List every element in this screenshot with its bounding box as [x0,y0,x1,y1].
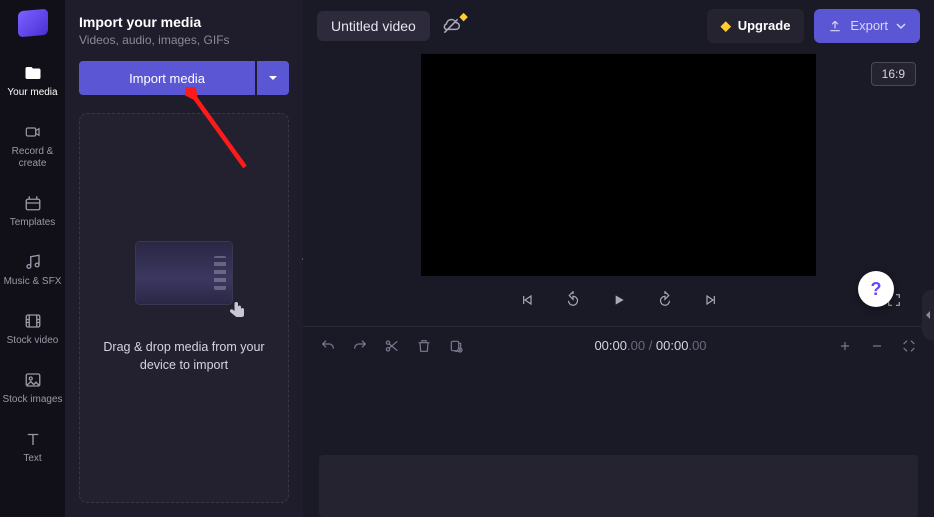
templates-icon [24,194,42,212]
play-button[interactable] [609,290,629,310]
diamond-icon: ◆ [721,18,731,34]
skip-end-button[interactable] [701,290,721,310]
import-row: Import media [79,61,289,95]
right-panel-collapse-handle[interactable] [922,290,934,340]
export-button[interactable]: Export [814,9,920,43]
nav-your-media[interactable]: Your media [0,54,65,109]
upgrade-label: Upgrade [738,18,791,33]
delete-button[interactable] [415,337,433,355]
nav-text[interactable]: Text [0,420,65,475]
redo-button[interactable] [351,337,369,355]
import-media-dropdown[interactable] [257,61,289,95]
nav-label: Your media [5,87,59,99]
nav-label: Stock video [5,335,61,347]
zoom-in-button[interactable] [836,337,854,355]
player-controls [303,290,934,310]
text-icon [24,430,42,448]
nav-label: Stock images [0,394,64,406]
chevron-left-icon [924,310,932,320]
dropzone-text: Drag & drop media from your device to im… [92,338,276,374]
pointer-hand-icon [226,300,250,324]
nav-label: Record & create [0,146,65,170]
rewind-button[interactable] [563,290,583,310]
zoom-out-button[interactable] [868,337,886,355]
preview-zone: 16:9 [303,52,934,310]
project-title[interactable]: Untitled video [317,11,430,41]
aspect-ratio-button[interactable]: 16:9 [871,62,916,86]
film-icon [24,312,42,330]
media-placeholder-icon [136,242,232,304]
nav-rail: Your media Record & create Templates Mus… [0,0,65,517]
panel-title: Import your media [79,14,289,30]
nav-record-create[interactable]: Record & create [0,113,65,180]
camera-icon [24,123,42,141]
upload-icon [828,19,842,33]
timeline-track[interactable] [319,455,918,517]
panel-subtitle: Videos, audio, images, GIFs [79,33,289,47]
nav-stock-images[interactable]: Stock images [0,361,65,416]
cloud-sync-button[interactable]: ◆ [440,16,462,36]
split-button[interactable] [383,337,401,355]
music-icon [24,253,42,271]
video-preview[interactable] [421,54,816,276]
app-logo [18,9,48,38]
nav-label: Text [21,453,43,465]
import-media-button[interactable]: Import media [79,61,255,95]
time-display: 00:00.00 / 00:00.00 [479,338,822,353]
fit-button[interactable] [900,337,918,355]
upgrade-button[interactable]: ◆ Upgrade [707,9,805,43]
timeline-toolbar: 00:00.00 / 00:00.00 [303,326,934,365]
nav-label: Music & SFX [2,276,64,288]
export-label: Export [850,18,888,33]
skip-start-button[interactable] [517,290,537,310]
main-area: Untitled video ◆ ◆ Upgrade Export 16:9 [303,0,934,517]
image-icon [24,371,42,389]
undo-button[interactable] [319,337,337,355]
topbar: Untitled video ◆ ◆ Upgrade Export [303,0,934,52]
diamond-badge-icon: ◆ [459,10,467,23]
chevron-down-icon [896,21,906,31]
nav-templates[interactable]: Templates [0,184,65,239]
media-dropzone[interactable]: Drag & drop media from your device to im… [79,113,289,503]
forward-button[interactable] [655,290,675,310]
folder-icon [24,64,42,82]
nav-label: Templates [8,217,58,229]
chevron-down-icon [268,73,278,83]
media-panel: Import your media Videos, audio, images,… [65,0,303,517]
help-button[interactable]: ? [858,271,894,307]
duplicate-button[interactable] [447,337,465,355]
nav-stock-video[interactable]: Stock video [0,302,65,357]
nav-music-sfx[interactable]: Music & SFX [0,243,65,298]
